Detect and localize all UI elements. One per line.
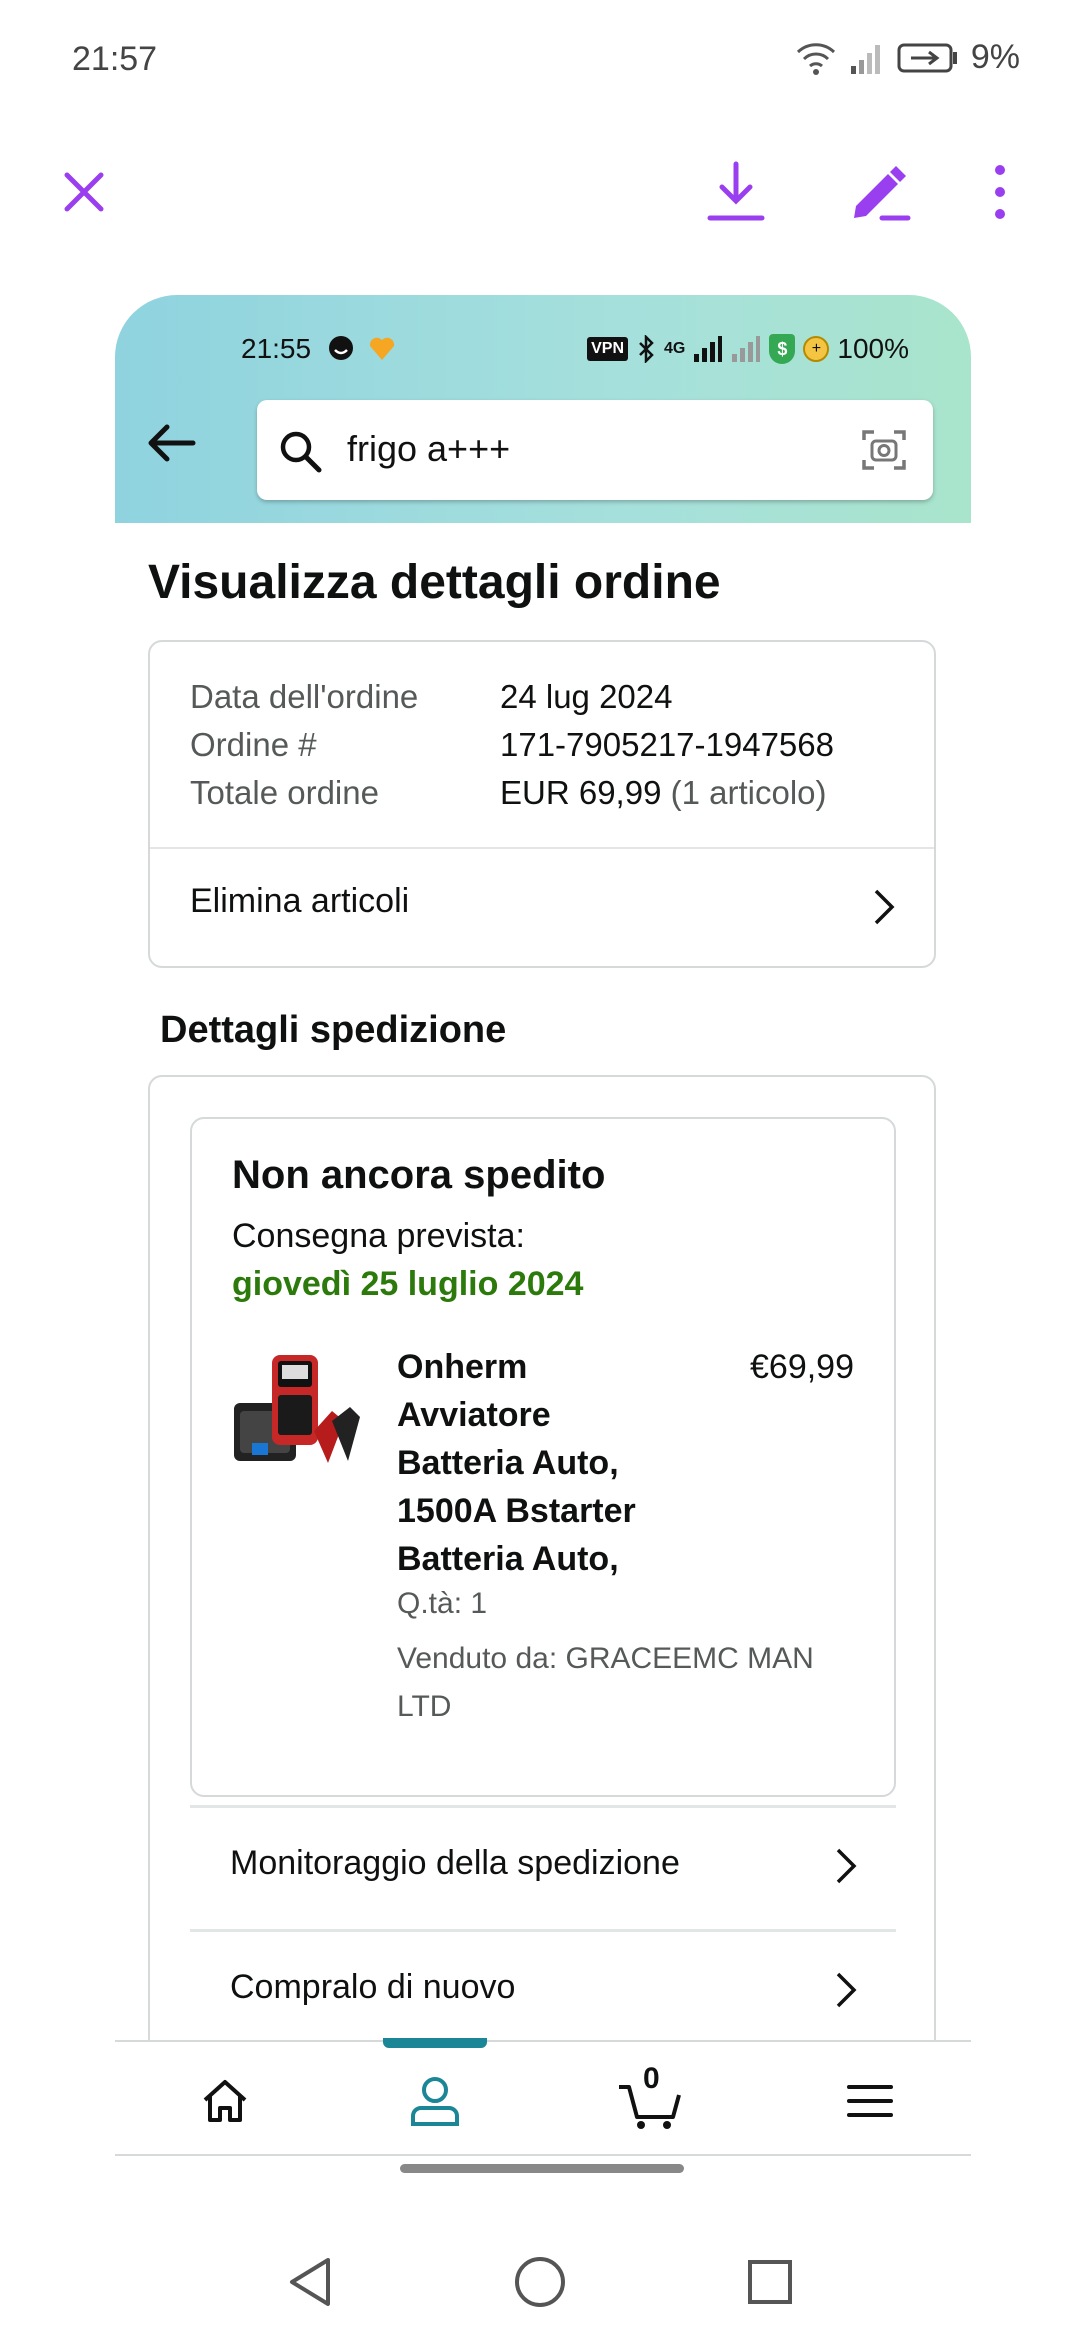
track-shipment-label: Monitoraggio della spedizione xyxy=(230,1844,680,1882)
buy-again-row[interactable]: Compralo di nuovo xyxy=(190,1929,896,2045)
signal-icon xyxy=(694,336,723,362)
bluetooth-icon xyxy=(639,335,654,363)
chevron-right-icon xyxy=(874,889,895,925)
order-item-count: (1 articolo) xyxy=(670,774,827,811)
delete-items-label: Elimina articoli xyxy=(190,882,410,920)
signal-icon xyxy=(732,336,761,362)
wifi-icon xyxy=(796,42,835,75)
os-status-bar: 21:57 9% xyxy=(0,0,1080,120)
shipment-status: Non ancora spedito xyxy=(232,1153,606,1197)
cart-icon[interactable]: 0 xyxy=(615,2062,685,2136)
buy-again-label: Compralo di nuovo xyxy=(230,1968,516,2006)
system-nav-bar xyxy=(0,2230,1080,2340)
more-icon[interactable] xyxy=(968,160,1032,224)
delete-items-row[interactable]: Elimina articoli xyxy=(150,849,934,966)
os-time: 21:57 xyxy=(72,40,158,78)
order-date-value: 24 lug 2024 xyxy=(500,678,673,715)
delivery-label: Consegna prevista: xyxy=(232,1217,525,1255)
track-shipment-row[interactable]: Monitoraggio della spedizione xyxy=(190,1805,896,1925)
heart-icon xyxy=(369,337,394,360)
close-icon[interactable] xyxy=(52,160,116,224)
back-arrow-icon[interactable] xyxy=(143,415,199,471)
app-header: 21:55 VPN 4G $ + 100% frigo a+++ xyxy=(115,295,971,523)
shipment-card: Non ancora spedito Consegna prevista: gi… xyxy=(190,1117,896,1797)
back-icon[interactable] xyxy=(280,2252,340,2312)
chevron-right-icon xyxy=(836,1848,857,1884)
emoji-icon xyxy=(328,336,353,360)
order-number-value: 171-7905217-1947568 xyxy=(500,726,834,763)
delivery-date: giovedì 25 luglio 2024 xyxy=(232,1265,584,1303)
inner-battery-text: 100% xyxy=(837,333,909,364)
account-icon[interactable] xyxy=(400,2066,470,2136)
recents-icon[interactable] xyxy=(740,2252,800,2312)
product-quantity: Q.tà: 1 xyxy=(397,1587,488,1620)
product-price: €69,99 xyxy=(750,1348,854,1386)
coin-icon: + xyxy=(803,336,830,362)
inner-status-bar: 21:55 VPN 4G $ + 100% xyxy=(115,333,971,373)
active-tab-indicator xyxy=(383,2038,487,2048)
shipping-section-title: Dettagli spedizione xyxy=(160,1009,507,1051)
signal-icon xyxy=(850,44,880,74)
inner-status-icons: VPN 4G $ + 100% xyxy=(587,333,909,365)
cart-count: 0 xyxy=(643,2062,660,2095)
viewer-toolbar xyxy=(0,140,1080,240)
screenshot-preview: 21:55 VPN 4G $ + 100% frigo a+++ Visuali… xyxy=(115,295,971,2045)
bottom-nav: 0 xyxy=(115,2038,971,2156)
order-number-label: Ordine # xyxy=(190,726,317,763)
download-icon[interactable] xyxy=(704,160,768,224)
battery-icon xyxy=(897,43,957,72)
order-total-value: EUR 69,99 (1 articolo) xyxy=(500,774,827,811)
menu-icon[interactable] xyxy=(835,2066,905,2136)
inner-time: 21:55 xyxy=(241,333,397,365)
search-icon xyxy=(280,431,322,473)
home-icon[interactable] xyxy=(190,2066,260,2136)
product-title[interactable]: Onherm Avviatore Batteria Auto, 1500A Bs… xyxy=(397,1343,677,1583)
page-title: Visualizza dettagli ordine xyxy=(148,556,721,609)
product-image[interactable] xyxy=(232,1351,362,1471)
order-summary: Data dell'ordine 24 lug 2024 Ordine # 17… xyxy=(148,640,936,968)
chevron-right-icon xyxy=(836,1972,857,2008)
vpn-badge: VPN xyxy=(587,337,629,361)
gesture-bar xyxy=(400,2164,684,2173)
search-input[interactable]: frigo a+++ xyxy=(257,400,933,500)
order-total-label: Totale ordine xyxy=(190,774,379,811)
network-type: 4G xyxy=(664,340,686,357)
shipping-details: Non ancora spedito Consegna prevista: gi… xyxy=(148,1075,936,2045)
camera-search-icon[interactable] xyxy=(861,427,907,473)
os-status-icons: 9% xyxy=(795,38,1020,77)
os-battery-text: 9% xyxy=(970,38,1020,76)
edit-icon[interactable] xyxy=(848,160,912,224)
home-button-icon[interactable] xyxy=(510,2252,570,2312)
order-date-label: Data dell'ordine xyxy=(190,678,419,715)
search-query: frigo a+++ xyxy=(347,428,511,469)
shield-icon: $ xyxy=(769,334,796,364)
product-seller: Venduto da: GRACEEMC MAN LTD xyxy=(397,1642,814,1723)
